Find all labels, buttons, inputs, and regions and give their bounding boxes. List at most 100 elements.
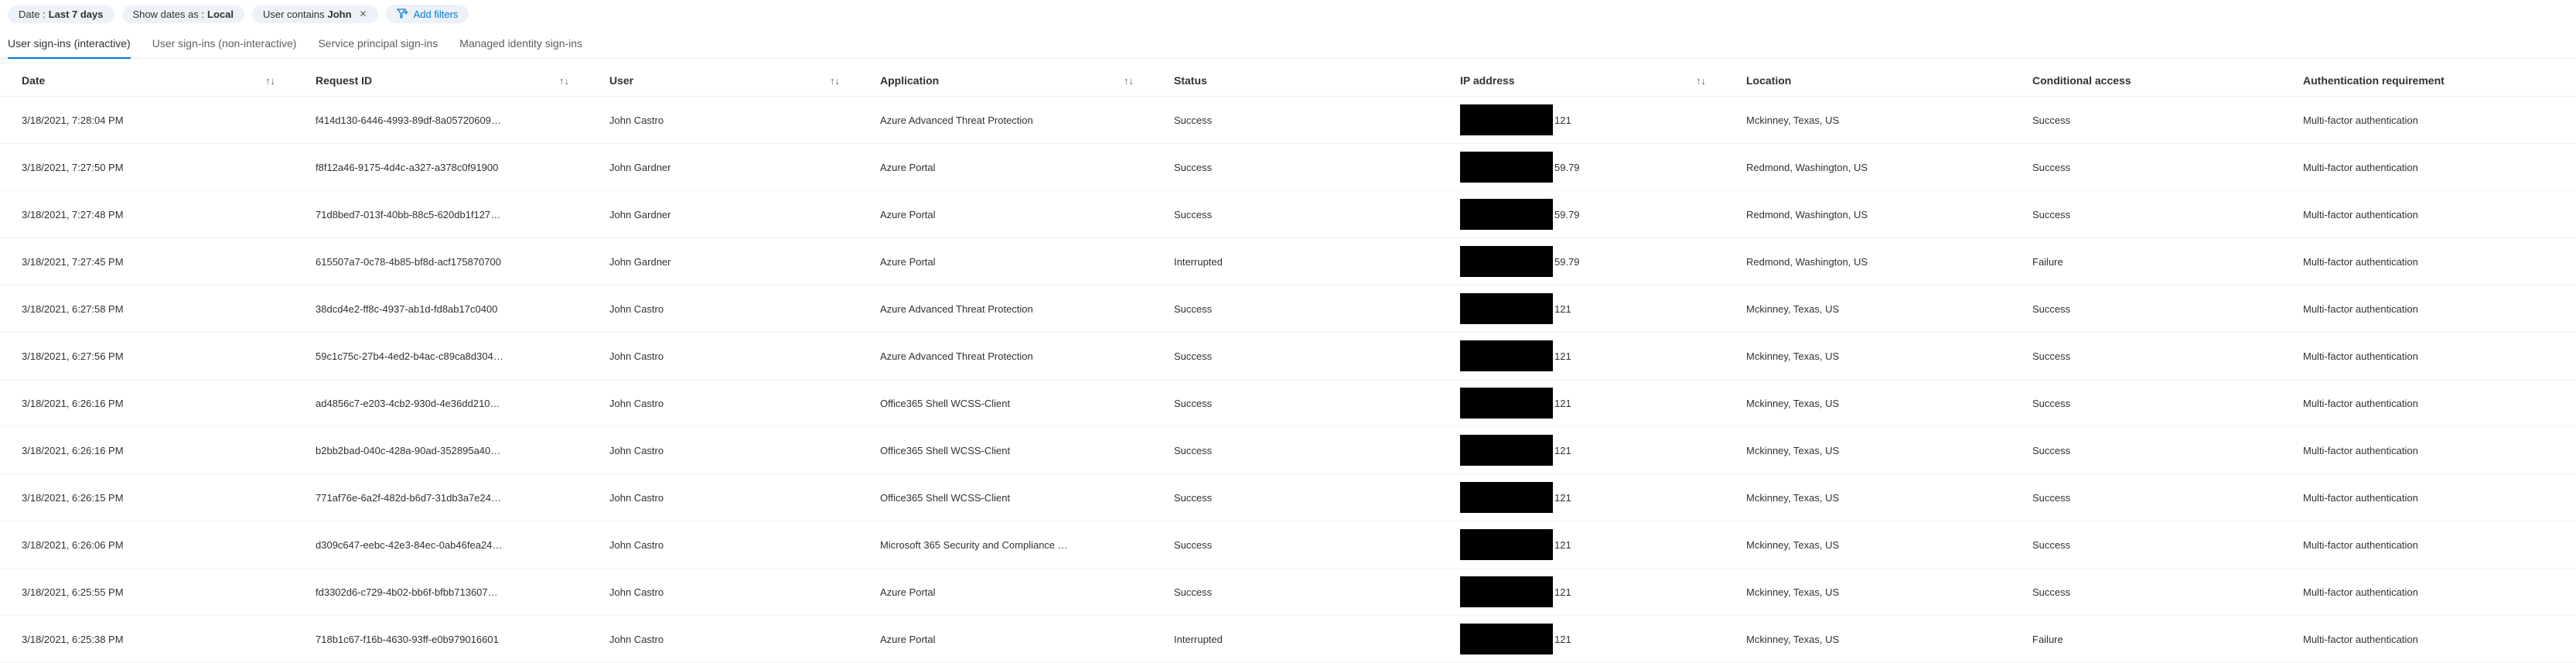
tab-managed-identity-signin[interactable]: Managed identity sign-ins <box>459 32 582 59</box>
cell-date: 3/18/2021, 6:25:55 PM <box>0 579 294 606</box>
col-location[interactable]: Location <box>1725 74 2011 87</box>
cell-request-id: fd3302d6-c729-4b02-bb6f-bfbb713607… <box>294 579 588 606</box>
cell-application: Office365 Shell WCSS-Client <box>858 390 1152 417</box>
cell-conditional-access: Success <box>2011 531 2281 559</box>
cell-date: 3/18/2021, 6:25:38 PM <box>0 626 294 653</box>
cell-date: 3/18/2021, 6:26:06 PM <box>0 531 294 559</box>
cell-conditional-access: Success <box>2011 484 2281 511</box>
table-row[interactable]: 3/18/2021, 6:26:16 PMb2bb2bad-040c-428a-… <box>0 427 2576 474</box>
table-row[interactable]: 3/18/2021, 6:26:16 PMad4856c7-e203-4cb2-… <box>0 380 2576 427</box>
cell-request-id: 615507a7-0c78-4b85-bf8d-acf175870700 <box>294 248 588 275</box>
filter-date-value: Last 7 days <box>49 9 104 20</box>
redaction-block <box>1460 529 1553 560</box>
cell-location: Mckinney, Texas, US <box>1725 390 2011 417</box>
table-row[interactable]: 3/18/2021, 6:26:06 PMd309c647-eebc-42e3-… <box>0 521 2576 569</box>
cell-application: Azure Portal <box>858 248 1152 275</box>
col-ip[interactable]: IP address ↑↓ <box>1438 74 1725 87</box>
signin-table: Date ↑↓ Request ID ↑↓ User ↑↓ Applicatio… <box>0 59 2576 663</box>
col-date[interactable]: Date ↑↓ <box>0 74 294 87</box>
table-row[interactable]: 3/18/2021, 6:25:55 PMfd3302d6-c729-4b02-… <box>0 569 2576 616</box>
redaction-block <box>1460 482 1553 513</box>
cell-conditional-access: Success <box>2011 201 2281 228</box>
cell-conditional-access: Success <box>2011 107 2281 134</box>
cell-conditional-access: Success <box>2011 437 2281 464</box>
col-application[interactable]: Application ↑↓ <box>858 74 1152 87</box>
cell-ip: 59.79 <box>1438 238 1725 285</box>
cell-status: Success <box>1152 154 1438 181</box>
cell-auth-requirement: Multi-factor authentication <box>2281 531 2575 559</box>
cell-location: Mckinney, Texas, US <box>1725 296 2011 323</box>
tab-user-signin-interactive[interactable]: User sign-ins (interactive) <box>8 32 131 59</box>
cell-date: 3/18/2021, 6:27:58 PM <box>0 296 294 323</box>
cell-application: Azure Portal <box>858 579 1152 606</box>
col-user-label: User <box>609 74 633 87</box>
col-auth-requirement[interactable]: Authentication requirement <box>2281 74 2575 87</box>
cell-conditional-access: Failure <box>2011 248 2281 275</box>
cell-request-id: d309c647-eebc-42e3-84ec-0ab46fea24… <box>294 531 588 559</box>
cell-location: Redmond, Washington, US <box>1725 201 2011 228</box>
table-row[interactable]: 3/18/2021, 6:26:15 PM771af76e-6a2f-482d-… <box>0 474 2576 521</box>
table-row[interactable]: 3/18/2021, 7:27:45 PM615507a7-0c78-4b85-… <box>0 238 2576 285</box>
cell-status: Success <box>1152 531 1438 559</box>
cell-auth-requirement: Multi-factor authentication <box>2281 154 2575 181</box>
sort-icon[interactable]: ↑↓ <box>1696 75 1706 87</box>
filter-tz-value: Local <box>207 9 234 20</box>
cell-user: John Castro <box>588 484 858 511</box>
table-row[interactable]: 3/18/2021, 7:28:04 PMf414d130-6446-4993-… <box>0 97 2576 144</box>
col-ip-label: IP address <box>1460 74 1515 87</box>
tab-bar: User sign-ins (interactive) User sign-in… <box>0 31 2576 59</box>
cell-request-id: 71d8bed7-013f-40bb-88c5-620db1f127… <box>294 201 588 228</box>
filter-date[interactable]: Date : Last 7 days <box>8 5 114 23</box>
table-row[interactable]: 3/18/2021, 6:27:56 PM59c1c75c-27b4-4ed2-… <box>0 333 2576 380</box>
close-icon[interactable]: ✕ <box>360 9 367 19</box>
table-row[interactable]: 3/18/2021, 6:27:58 PM38dcd4e2-ff8c-4937-… <box>0 285 2576 333</box>
cell-conditional-access: Failure <box>2011 626 2281 653</box>
cell-application: Azure Portal <box>858 626 1152 653</box>
cell-user: John Gardner <box>588 154 858 181</box>
tab-service-principal-signin[interactable]: Service principal sign-ins <box>318 32 438 59</box>
col-status[interactable]: Status <box>1152 74 1438 87</box>
filter-user[interactable]: User contains John ✕ <box>252 5 378 23</box>
filter-tz-label: Show dates as : <box>133 9 205 20</box>
cell-ip: 121 <box>1438 97 1725 143</box>
table-header: Date ↑↓ Request ID ↑↓ User ↑↓ Applicatio… <box>0 59 2576 97</box>
cell-ip-suffix: 121 <box>1554 398 1571 409</box>
col-request-id[interactable]: Request ID ↑↓ <box>294 74 588 87</box>
cell-auth-requirement: Multi-factor authentication <box>2281 201 2575 228</box>
cell-location: Redmond, Washington, US <box>1725 248 2011 275</box>
cell-user: John Castro <box>588 296 858 323</box>
filter-timezone[interactable]: Show dates as : Local <box>122 5 244 23</box>
cell-application: Azure Portal <box>858 154 1152 181</box>
add-filter-button[interactable]: Add filters <box>386 5 469 23</box>
col-conditional-access[interactable]: Conditional access <box>2011 74 2281 87</box>
cell-ip-suffix: 59.79 <box>1554 162 1580 173</box>
col-status-label: Status <box>1174 74 1207 87</box>
sort-icon[interactable]: ↑↓ <box>1124 75 1134 87</box>
sort-icon[interactable]: ↑↓ <box>559 75 569 87</box>
cell-date: 3/18/2021, 6:27:56 PM <box>0 343 294 370</box>
cell-auth-requirement: Multi-factor authentication <box>2281 248 2575 275</box>
cell-auth-requirement: Multi-factor authentication <box>2281 343 2575 370</box>
redaction-block <box>1460 435 1553 466</box>
cell-ip-suffix: 121 <box>1554 492 1571 504</box>
table-row[interactable]: 3/18/2021, 6:25:38 PM718b1c67-f16b-4630-… <box>0 616 2576 663</box>
col-date-label: Date <box>22 74 45 87</box>
cell-location: Mckinney, Texas, US <box>1725 579 2011 606</box>
redaction-block <box>1460 576 1553 607</box>
col-request-id-label: Request ID <box>316 74 372 87</box>
table-row[interactable]: 3/18/2021, 7:27:50 PMf8f12a46-9175-4d4c-… <box>0 144 2576 191</box>
redaction-block <box>1460 388 1553 419</box>
tab-user-signin-noninteractive[interactable]: User sign-ins (non-interactive) <box>152 32 297 59</box>
cell-request-id: 771af76e-6a2f-482d-b6d7-31db3a7e24… <box>294 484 588 511</box>
sort-icon[interactable]: ↑↓ <box>265 75 275 87</box>
cell-location: Mckinney, Texas, US <box>1725 484 2011 511</box>
cell-date: 3/18/2021, 7:27:45 PM <box>0 248 294 275</box>
cell-application: Office365 Shell WCSS-Client <box>858 437 1152 464</box>
cell-ip-suffix: 121 <box>1554 350 1571 362</box>
cell-date: 3/18/2021, 7:28:04 PM <box>0 107 294 134</box>
sort-icon[interactable]: ↑↓ <box>830 75 840 87</box>
table-row[interactable]: 3/18/2021, 7:27:48 PM71d8bed7-013f-40bb-… <box>0 191 2576 238</box>
cell-request-id: 718b1c67-f16b-4630-93ff-e0b979016601 <box>294 626 588 653</box>
cell-location: Redmond, Washington, US <box>1725 154 2011 181</box>
col-user[interactable]: User ↑↓ <box>588 74 858 87</box>
